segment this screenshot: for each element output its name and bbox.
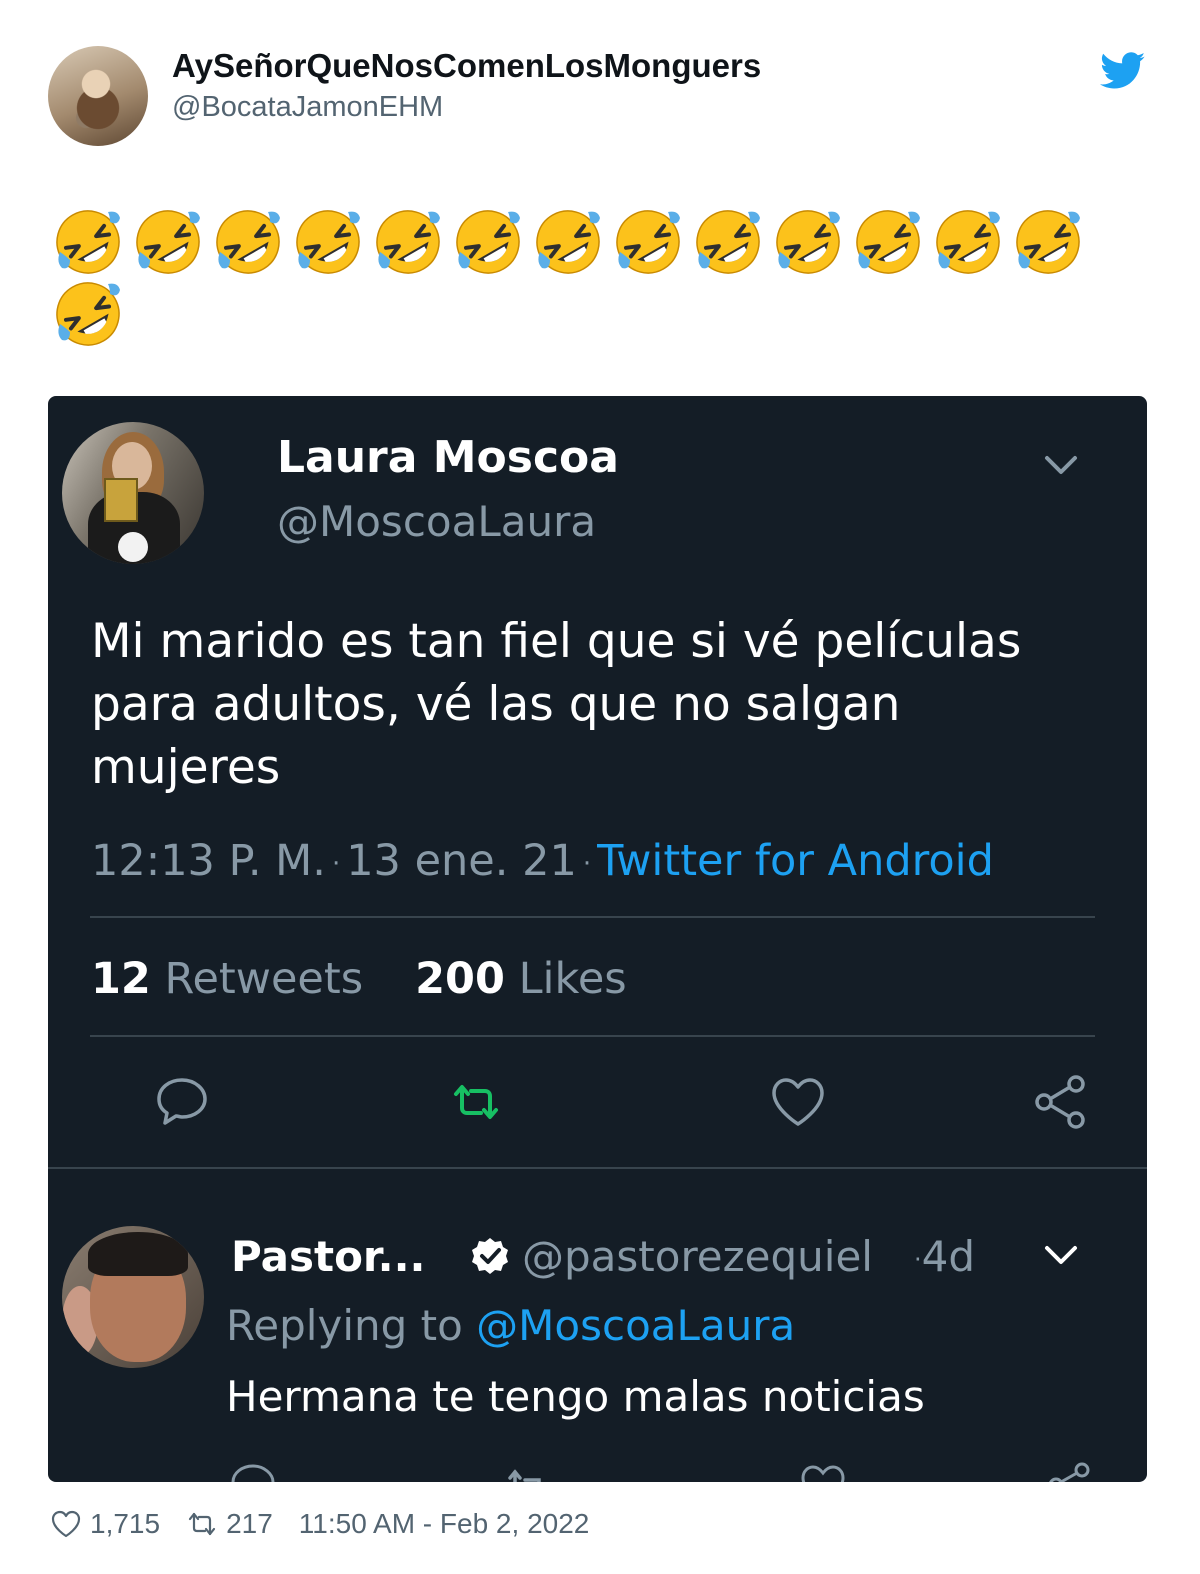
tweet-meta: 12:13 P. M. · 13 ene. 21 · Twitter for Andro… (91, 836, 994, 886)
tweet-time: 12:13 P. M. (91, 836, 326, 886)
display-name: Pastor... (231, 1232, 426, 1281)
divider (90, 916, 1095, 918)
tweet-date: 13 ene. 21 (346, 836, 577, 886)
replying-mention: @MoscoaLaura (476, 1301, 796, 1350)
emoji-row (52, 278, 132, 350)
avatar (62, 422, 204, 564)
rolling-laughing-emoji-icon (132, 206, 212, 278)
handle: @MoscoaLaura (277, 497, 597, 546)
timestamp-link[interactable]: 11:50 AM - Feb 2, 2022 (299, 1508, 590, 1540)
handle: @pastorezequiel (522, 1232, 873, 1281)
rolling-laughing-emoji-icon (692, 206, 772, 278)
tweet-stats: 12 Retweets 200 Likes (91, 954, 627, 1004)
handle[interactable]: @BocataJamonEHM (172, 91, 443, 124)
rolling-laughing-emoji-icon (452, 206, 532, 278)
embedded-screenshot: Laura Moscoa @MoscoaLaura Mi marido es t… (48, 396, 1147, 1482)
divider (48, 1167, 1147, 1169)
like-count: 200 (415, 954, 505, 1004)
display-name: Laura Moscoa (277, 432, 619, 483)
heart-icon (772, 1078, 824, 1126)
rolling-laughing-emoji-icon (372, 206, 452, 278)
retweet-button[interactable]: 217 (186, 1508, 273, 1540)
tweet-text: Mi marido es tan fiel que si vé película… (91, 614, 1022, 795)
share-icon (1049, 1462, 1090, 1482)
rolling-laughing-emoji-icon (52, 278, 132, 350)
rolling-laughing-emoji-icon (852, 206, 932, 278)
heart-icon (801, 1465, 845, 1482)
retweet-icon (508, 1469, 541, 1482)
chevron-down-icon (1045, 1246, 1077, 1264)
reply-icon (231, 1464, 275, 1482)
reply-icon (157, 1078, 207, 1125)
timestamp: 11:50 AM - Feb 2, 2022 (298, 1508, 590, 1539)
like-label: Likes (518, 954, 627, 1004)
retweet-count: 12 (91, 954, 151, 1004)
like-count: 1,715 (90, 1508, 161, 1539)
chevron-down-icon (1045, 456, 1077, 474)
rolling-laughing-emoji-icon (932, 206, 1012, 278)
emoji-row (52, 206, 1092, 278)
tweet-client: Twitter for Android (597, 836, 994, 886)
rolling-laughing-emoji-icon (292, 206, 372, 278)
retweet-icon (454, 1085, 498, 1119)
divider (90, 1035, 1095, 1037)
like-button[interactable]: 1,715 (50, 1508, 160, 1540)
reply-text: Hermana te tengo malas noticias (226, 1372, 925, 1421)
replying-to: Replying to @MoscoaLaura (226, 1301, 795, 1350)
avatar (62, 1226, 204, 1368)
verified-badge-icon (472, 1238, 508, 1274)
rolling-laughing-emoji-icon (1012, 206, 1092, 278)
twitter-bird-icon[interactable] (1100, 52, 1146, 90)
rolling-laughing-emoji-icon (52, 206, 132, 278)
display-name[interactable]: AySeñorQueNosComenLosMonguers (172, 47, 761, 85)
avatar[interactable] (48, 46, 148, 146)
tweet-age: ·4d (914, 1232, 976, 1281)
rolling-laughing-emoji-icon (532, 206, 612, 278)
retweet-count: 217 (226, 1508, 273, 1539)
retweet-icon (188, 1512, 216, 1536)
replying-prefix: Replying to (226, 1301, 463, 1350)
rolling-laughing-emoji-icon (772, 206, 852, 278)
rolling-laughing-emoji-icon (212, 206, 292, 278)
retweet-label: Retweets (164, 954, 364, 1004)
share-icon (1035, 1075, 1085, 1129)
heart-icon (51, 1510, 81, 1538)
rolling-laughing-emoji-icon (612, 206, 692, 278)
tweet-footer: 1,715 217 11:50 AM - Feb 2, 2022 (50, 1506, 615, 1542)
